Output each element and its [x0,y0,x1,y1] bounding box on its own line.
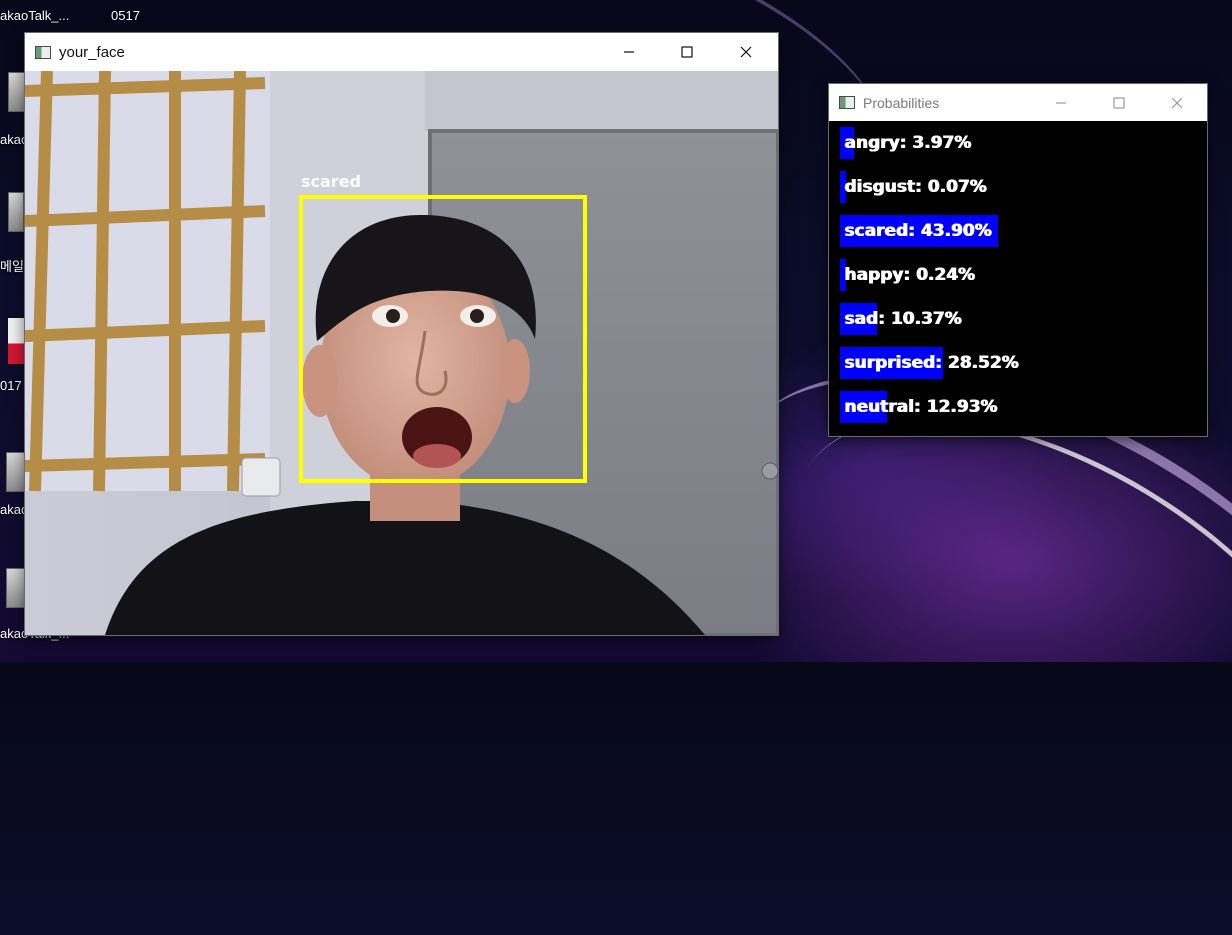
prob-window-title: Probabilities [863,94,940,111]
webcam-frame: scared [25,71,778,635]
probability-label: angry: 3.97% [844,133,971,153]
maximize-button[interactable] [664,33,710,71]
face-window-title: your_face [59,43,125,61]
probability-label: sad: 10.37% [844,309,962,329]
probability-label: neutral: 12.93% [844,397,998,417]
desktop-icon-label[interactable]: 메일 [0,256,24,275]
desktop-file-icon[interactable] [8,192,24,232]
desktop-icon-label[interactable]: 017 [0,378,22,393]
minimize-button[interactable] [1039,84,1083,121]
close-button[interactable] [1155,84,1199,121]
maximize-button[interactable] [1097,84,1141,121]
close-icon [740,46,752,58]
face-window: your_face scared [25,33,778,635]
wall-thermostat [241,457,281,497]
probability-label: surprised: 28.52% [844,353,1019,373]
maximize-icon [1113,96,1125,109]
close-icon [1171,97,1183,108]
desktop-icon-label[interactable]: akao [0,502,28,517]
probability-label: scared: 43.90% [844,221,992,241]
opencv-window-icon [839,96,855,109]
webcam-feed: scared [25,71,778,635]
minimize-button[interactable] [606,33,652,71]
probability-label: disgust: 0.07% [844,177,987,197]
pdf-file-icon[interactable] [8,318,24,364]
prob-window-titlebar[interactable]: Probabilities [829,84,1207,121]
detection-label: scared [301,172,361,191]
desktop-icon-label[interactable]: akao [0,132,28,147]
probability-label: happy: 0.24% [844,265,975,285]
face-window-titlebar[interactable]: your_face [25,33,778,71]
maximize-icon [681,46,693,58]
probabilities-window: Probabilities angry: 3.97% disgust: 0.07%… [829,84,1207,436]
desktop-icon-label[interactable]: 0517 [111,8,140,23]
close-button[interactable] [723,33,769,71]
probabilities-canvas: angry: 3.97% disgust: 0.07% scared: 43.90%… [830,121,1206,435]
desktop-icon-label[interactable]: akaoTalk_... [0,8,69,23]
minimize-icon [624,51,634,53]
minimize-icon [1056,101,1066,104]
opencv-window-icon [35,45,51,59]
